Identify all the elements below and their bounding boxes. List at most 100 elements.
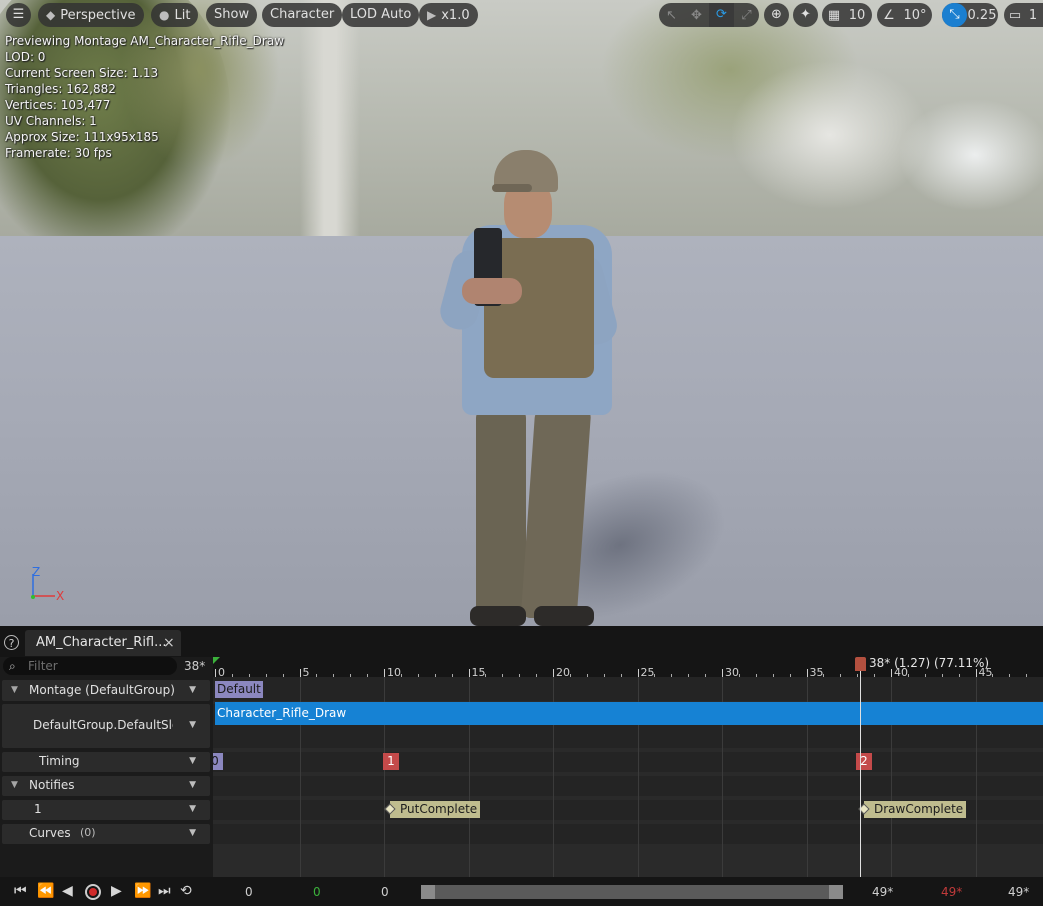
section-default[interactable]: Default: [215, 681, 263, 698]
dropdown-icon[interactable]: ▼: [189, 804, 196, 814]
notifies-header-lane: [213, 776, 1043, 796]
timeline-scrollbar[interactable]: [421, 885, 843, 899]
dropdown-icon[interactable]: ▼: [189, 780, 196, 790]
track-notify-1[interactable]: 1 ▼: [2, 800, 210, 820]
montage-tab[interactable]: AM_Character_Rifl... ×: [25, 630, 181, 656]
world-local-button[interactable]: ⊕: [764, 3, 789, 27]
dropdown-icon[interactable]: ▼: [189, 720, 196, 730]
playhead-handle[interactable]: [855, 657, 866, 671]
stats-line: Framerate: 30 fps: [5, 146, 112, 160]
stats-line: UV Channels: 1: [5, 114, 97, 128]
play-icon: ▶: [427, 8, 437, 22]
angle-icon: ∠: [883, 7, 895, 23]
ruler-tick: [806, 669, 808, 677]
playback-start[interactable]: 0: [313, 885, 321, 899]
ruler-tick: [215, 669, 216, 677]
track-curves[interactable]: Curves (0) ▼: [2, 824, 210, 844]
viewport[interactable]: ☰ ◆ Perspective ● Lit Show Character LOD A…: [0, 0, 1043, 626]
character-button[interactable]: Character: [262, 3, 343, 27]
notify-event[interactable]: DrawComplete: [858, 801, 967, 818]
skip-to-start-icon[interactable]: ⏮: [14, 883, 27, 899]
ruler-tick: [553, 669, 554, 677]
camera-speed[interactable]: ▭ 1: [1004, 3, 1043, 27]
select-icon[interactable]: ↖: [659, 8, 684, 23]
ruler-tick: [975, 669, 977, 677]
surface-snap-button[interactable]: ✦: [793, 3, 818, 27]
scale-snap[interactable]: ⤡ 0.25: [942, 3, 998, 27]
character-shoe: [470, 606, 526, 626]
view-end[interactable]: 49*: [872, 885, 893, 899]
section-marker[interactable]: 0: [213, 753, 223, 770]
notify-event[interactable]: PutComplete: [384, 801, 481, 818]
stats-line: Current Screen Size: 1.13: [5, 66, 159, 80]
playhead-line[interactable]: [860, 657, 861, 877]
view-start[interactable]: 0: [381, 885, 389, 899]
z-axis-label: Z: [32, 566, 40, 579]
perspective-button[interactable]: ◆ Perspective: [38, 3, 144, 27]
stats-line: LOD: 0: [5, 50, 46, 64]
stats-overlay: Previewing Montage AM_Character_Rifle_Dr…: [5, 33, 284, 161]
step-back-icon[interactable]: ⏪: [37, 883, 54, 899]
search-icon: ⌕: [9, 659, 16, 673]
camera-icon: ▭: [1008, 7, 1022, 23]
stats-line: Vertices: 103,477: [5, 98, 111, 112]
background-car: [900, 100, 1043, 210]
help-icon[interactable]: ?: [4, 635, 19, 650]
step-forward-icon[interactable]: ⏩: [134, 883, 151, 899]
dropdown-icon[interactable]: ▼: [189, 756, 196, 766]
filter-input[interactable]: ⌕ Filter: [3, 657, 177, 675]
play-rate-button[interactable]: ▶ x1.0: [419, 3, 478, 27]
world-icon: ⊕: [771, 7, 782, 22]
stats-line: Triangles: 162,882: [5, 82, 116, 96]
play-forward-icon[interactable]: ▶: [111, 883, 122, 899]
grid-snap[interactable]: ▦ 10: [822, 3, 872, 27]
timeline[interactable]: 0 5 10 15 20 25 30 35 40 45 Default Character_Rif…: [213, 657, 1043, 877]
scale-snap-icon: ⤡: [942, 3, 967, 27]
timing-lane: [213, 752, 1043, 772]
track-slot[interactable]: DefaultGroup.DefaultSlot ▼: [2, 704, 210, 748]
dropdown-icon[interactable]: ▼: [189, 828, 196, 838]
character-leg: [476, 408, 526, 618]
ruler-tick: [468, 669, 470, 677]
move-icon[interactable]: ✥: [684, 8, 709, 23]
loop-icon[interactable]: ⟲: [180, 883, 192, 899]
x-axis-label: X: [56, 589, 64, 603]
track-timing[interactable]: Timing ▼: [2, 752, 210, 772]
track-notifies[interactable]: ▼ Notifies ▼: [2, 776, 210, 796]
collapse-triangle-icon[interactable]: ▼: [11, 685, 18, 695]
snap-icon: ✦: [800, 7, 811, 22]
grid-icon: ▦: [827, 7, 841, 23]
anim-segment[interactable]: Character_Rifle_Draw: [215, 702, 1043, 725]
stats-line: Previewing Montage AM_Character_Rifle_Dr…: [5, 34, 285, 48]
ruler-tick: [384, 669, 385, 677]
section-marker[interactable]: 2: [856, 753, 872, 770]
viewport-menu-button[interactable]: ☰: [6, 3, 31, 27]
lit-button[interactable]: ● Lit: [151, 3, 199, 27]
play-reverse-icon[interactable]: ◀: [62, 883, 73, 899]
character-hands: [462, 278, 522, 304]
show-button[interactable]: Show: [206, 3, 258, 27]
hamburger-icon: ☰: [12, 7, 25, 22]
y-axis-dot: [31, 595, 35, 599]
skip-to-end-icon[interactable]: ⏭: [158, 883, 171, 899]
curves-lane: [213, 824, 1043, 844]
rotation-snap[interactable]: ∠ 10°: [877, 3, 932, 27]
start-frame[interactable]: 0: [245, 885, 253, 899]
section-marker[interactable]: 1: [383, 753, 399, 770]
track-montage[interactable]: ▼ Montage (DefaultGroup) ▼: [2, 680, 210, 701]
lod-button[interactable]: LOD Auto: [342, 3, 420, 27]
collapse-triangle-icon[interactable]: ▼: [11, 780, 18, 790]
record-icon[interactable]: [85, 884, 101, 900]
current-frame: 38*: [184, 659, 206, 673]
scale-icon[interactable]: ⤢: [734, 8, 759, 23]
dropdown-icon[interactable]: ▼: [189, 685, 196, 695]
axis-gizmo: Z X: [31, 566, 64, 603]
playback-end[interactable]: 49*: [941, 885, 962, 899]
ruler-tick: [722, 669, 723, 677]
end-frame[interactable]: 49*: [1008, 885, 1029, 899]
ruler-tick: [299, 669, 301, 677]
rotate-icon[interactable]: ⟳: [709, 3, 734, 27]
montage-section-lane: [213, 677, 1043, 701]
close-icon[interactable]: ×: [163, 630, 175, 656]
cube-icon: ◆: [46, 8, 56, 22]
